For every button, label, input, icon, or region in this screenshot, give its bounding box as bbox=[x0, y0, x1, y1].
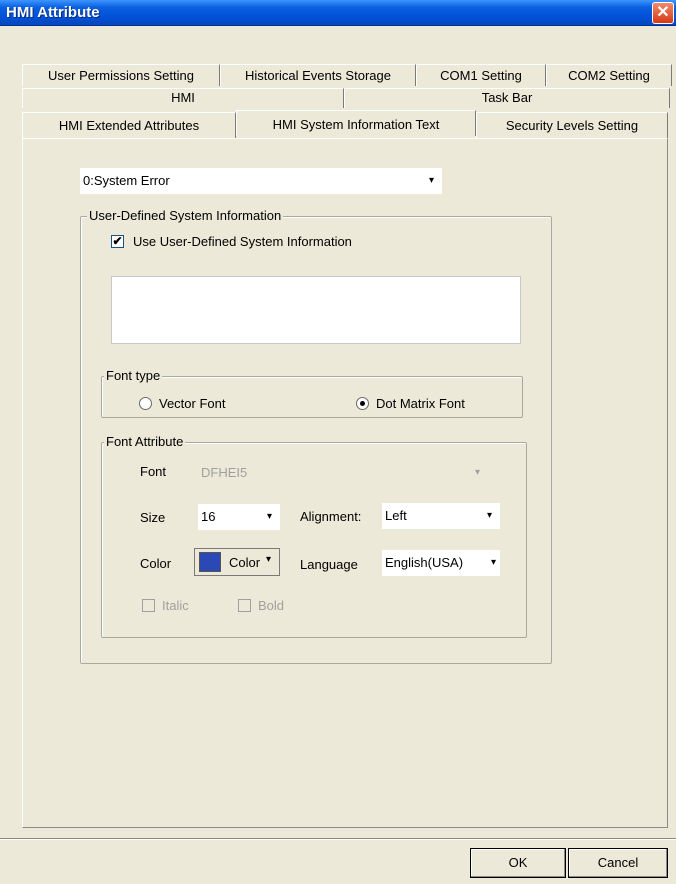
bold-label: Bold bbox=[258, 598, 285, 613]
tab-hmi-system-information-text[interactable]: HMI System Information Text bbox=[236, 110, 476, 136]
tab-user-permissions-setting[interactable]: User Permissions Setting bbox=[22, 64, 220, 86]
window-title: HMI Attribute bbox=[6, 4, 100, 21]
color-button-label: Color bbox=[229, 555, 261, 570]
font-select: DFHEI5 ▾ bbox=[198, 460, 488, 486]
chevron-down-icon: ▾ bbox=[266, 511, 272, 522]
language-label: Language bbox=[300, 557, 358, 572]
tab-hmi-extended-attributes[interactable]: HMI Extended Attributes bbox=[22, 112, 236, 138]
ok-button[interactable]: OK bbox=[470, 848, 566, 878]
vector-font-radio[interactable] bbox=[139, 397, 152, 410]
color-label: Color bbox=[140, 556, 172, 571]
tab-security-levels-setting[interactable]: Security Levels Setting bbox=[476, 112, 668, 138]
size-label: Size bbox=[140, 510, 166, 525]
chevron-down-icon: ▾ bbox=[474, 467, 480, 478]
system-message-value: 0:System Error bbox=[83, 173, 170, 188]
alignment-select[interactable]: Left ▾ bbox=[382, 503, 500, 529]
footer-divider bbox=[0, 838, 676, 840]
chevron-down-icon: ▾ bbox=[266, 554, 272, 565]
tab-com2-setting[interactable]: COM2 Setting bbox=[546, 64, 672, 86]
chevron-down-icon: ▾ bbox=[490, 557, 496, 568]
cancel-button[interactable]: Cancel bbox=[568, 848, 668, 878]
italic-label: Italic bbox=[162, 598, 189, 613]
vector-font-label[interactable]: Vector Font bbox=[159, 396, 225, 411]
use-user-defined-checkbox[interactable]: ✔ bbox=[111, 235, 124, 248]
language-select[interactable]: English(USA) ▾ bbox=[382, 550, 500, 576]
size-value: 16 bbox=[201, 509, 216, 524]
use-user-defined-label[interactable]: Use User-Defined System Information bbox=[133, 234, 352, 249]
tab-task-bar[interactable]: Task Bar bbox=[344, 88, 670, 108]
italic-checkbox bbox=[142, 599, 155, 612]
alignment-value: Left bbox=[385, 508, 407, 523]
font-attribute-legend: Font Attribute bbox=[104, 434, 186, 449]
dot-matrix-font-radio[interactable] bbox=[356, 397, 369, 410]
font-type-legend: Font type bbox=[104, 368, 163, 383]
font-label: Font bbox=[140, 464, 167, 479]
bold-checkbox bbox=[238, 599, 251, 612]
close-icon[interactable]: ✕ bbox=[652, 2, 674, 24]
system-info-text-input[interactable] bbox=[111, 276, 521, 344]
radio-selected-dot bbox=[360, 401, 365, 406]
font-value: DFHEI5 bbox=[201, 465, 248, 480]
user-defined-legend: User-Defined System Information bbox=[87, 208, 284, 223]
title-bar[interactable]: HMI Attribute ✕ bbox=[0, 0, 676, 26]
alignment-label: Alignment: bbox=[300, 509, 362, 524]
dot-matrix-font-label[interactable]: Dot Matrix Font bbox=[376, 396, 465, 411]
size-select[interactable]: 16 ▾ bbox=[198, 504, 280, 530]
tab-com1-setting[interactable]: COM1 Setting bbox=[416, 64, 546, 86]
color-swatch bbox=[199, 552, 221, 572]
check-icon: ✔ bbox=[112, 234, 123, 248]
chevron-down-icon: ▾ bbox=[486, 510, 492, 521]
hmi-attribute-dialog: HMI Attribute ✕ User Permissions Setting… bbox=[0, 0, 676, 884]
system-message-select[interactable]: 0:System Error ▾ bbox=[80, 168, 442, 194]
chevron-down-icon: ▾ bbox=[428, 175, 434, 186]
color-button[interactable]: Color ▾ bbox=[194, 548, 280, 576]
tab-hmi[interactable]: HMI bbox=[22, 88, 344, 108]
language-value: English(USA) bbox=[385, 555, 464, 570]
tab-historical-events-storage[interactable]: Historical Events Storage bbox=[220, 64, 416, 86]
